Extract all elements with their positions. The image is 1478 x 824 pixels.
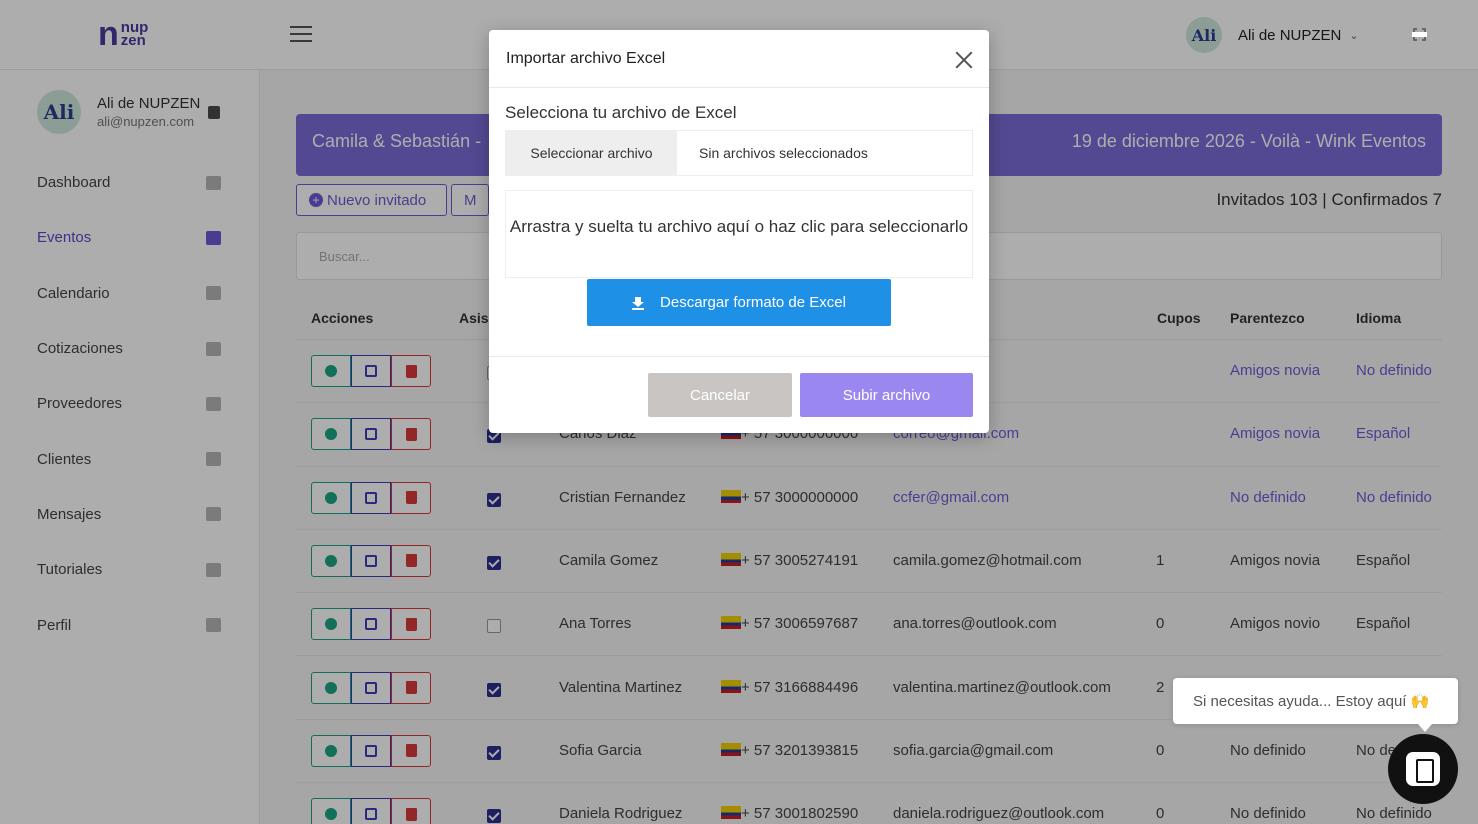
modal-divider: [489, 356, 989, 357]
close-icon[interactable]: [953, 49, 975, 71]
modal-divider: [489, 87, 989, 88]
download-template-label: Descargar formato de Excel: [660, 294, 846, 311]
cancel-button[interactable]: Cancelar: [648, 373, 792, 417]
modal-title: Importar archivo Excel: [506, 50, 666, 67]
import-excel-modal: Importar archivo Excel Selecciona tu arc…: [489, 30, 989, 433]
choose-file-button[interactable]: Seleccionar archivo: [506, 131, 677, 175]
select-file-label: Selecciona tu archivo de Excel: [505, 103, 737, 122]
help-text: Si necesitas ayuda... Estoy aquí 🙌: [1193, 693, 1430, 710]
document-chat-icon: [1406, 752, 1440, 786]
download-template-button[interactable]: Descargar formato de Excel: [587, 279, 891, 326]
file-dropzone[interactable]: Arrastra y suelta tu archivo aquí o haz …: [505, 190, 973, 278]
download-icon: [632, 296, 645, 310]
file-status: Sin archivos seleccionados: [699, 145, 868, 161]
file-input[interactable]: Seleccionar archivo Sin archivos selecci…: [505, 130, 973, 176]
help-tooltip: Si necesitas ayuda... Estoy aquí 🙌: [1173, 678, 1458, 732]
help-chat-button[interactable]: [1388, 734, 1458, 804]
upload-file-button[interactable]: Subir archivo: [800, 373, 973, 417]
